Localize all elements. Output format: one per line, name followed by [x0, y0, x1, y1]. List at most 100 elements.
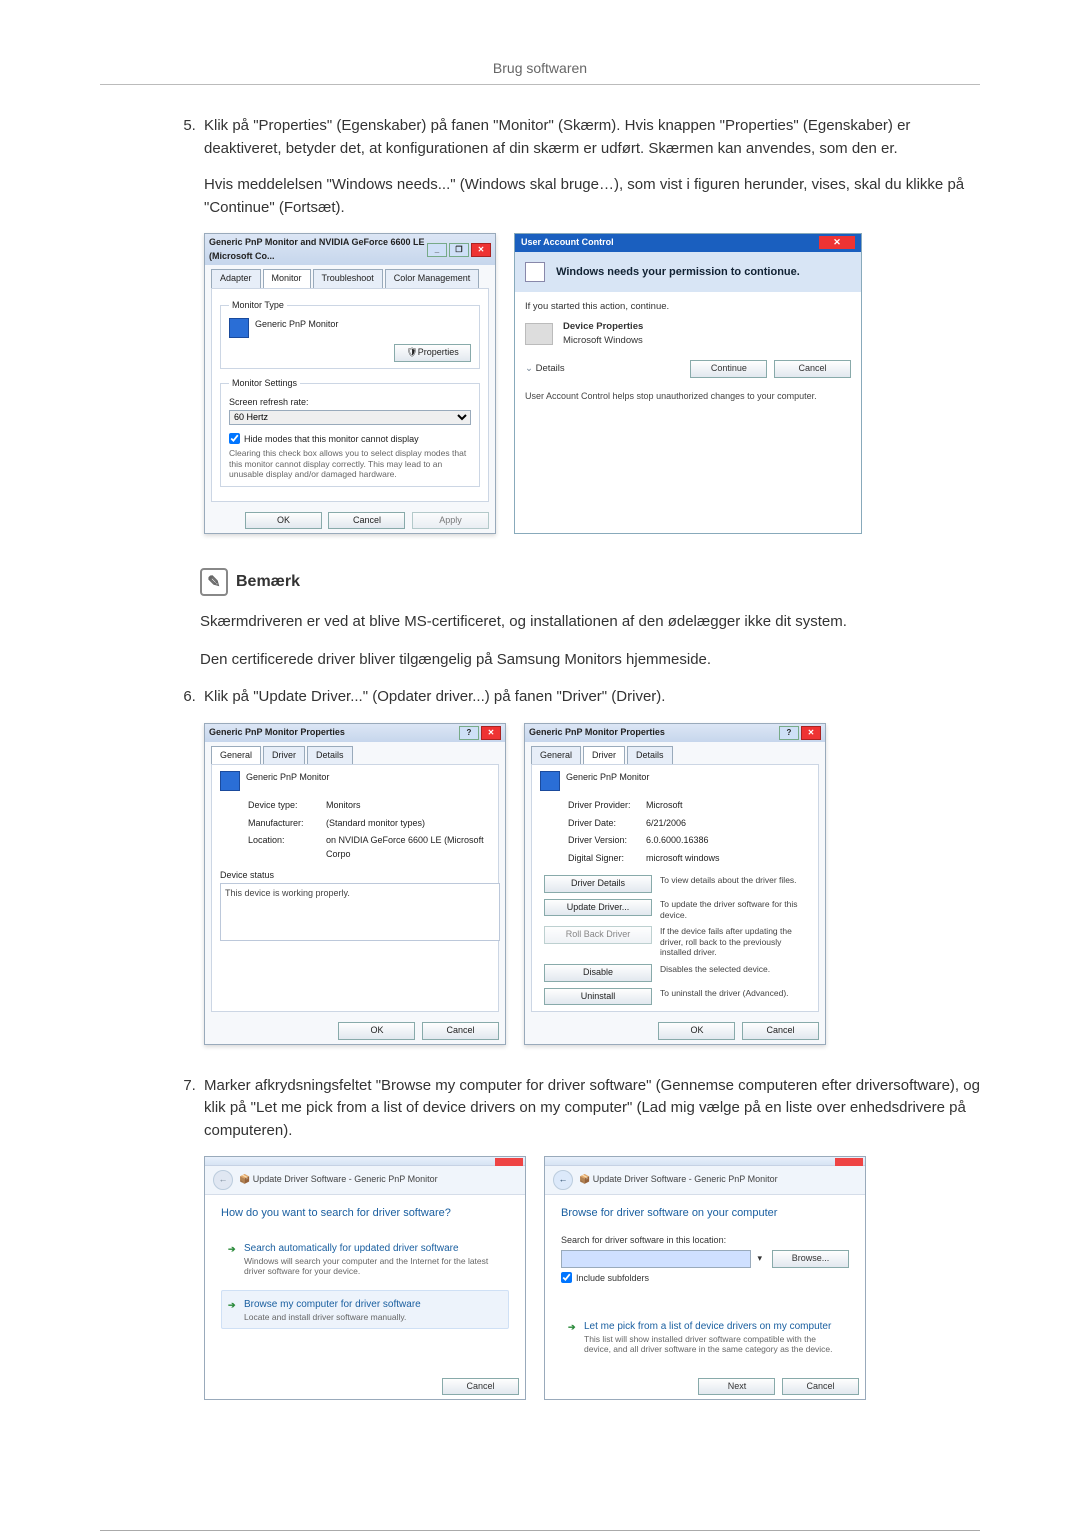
rollback-driver-button[interactable]: Roll Back Driver [544, 926, 652, 944]
uac-title: User Account Control [521, 236, 614, 250]
date-value: 6/21/2006 [646, 817, 810, 831]
uac-program-name: Device Properties [563, 320, 643, 334]
cancel-button[interactable]: Cancel [742, 1022, 819, 1040]
date-label: Driver Date: [568, 817, 646, 831]
arrow-icon: ➔ [228, 1299, 236, 1313]
continue-button[interactable]: Continue [690, 360, 767, 378]
tab-driver[interactable]: Driver [583, 746, 625, 765]
monitor-properties-dialog: Generic PnP Monitor and NVIDIA GeForce 6… [204, 233, 496, 534]
arrow-icon: ➔ [568, 1321, 576, 1335]
option-desc: This list will show installed driver sof… [584, 1334, 840, 1355]
note-icon: ✎ [200, 568, 228, 596]
hide-modes-checkbox[interactable] [229, 433, 240, 444]
step-6: Klik på "Update Driver..." (Opdater driv… [200, 686, 980, 1044]
wizard-heading: How do you want to search for driver sof… [221, 1205, 509, 1222]
prov-label: Driver Provider: [568, 799, 646, 813]
option-title: Browse my computer for driver software [244, 1297, 500, 1312]
tab-general[interactable]: General [531, 746, 581, 765]
tab-color-mgmt[interactable]: Color Management [385, 269, 480, 288]
breadcrumb: 📦 Update Driver Software - Generic PnP M… [239, 1173, 438, 1187]
minimize-icon[interactable]: _ [427, 243, 447, 257]
tab-troubleshoot[interactable]: Troubleshoot [313, 269, 383, 288]
tab-general[interactable]: General [211, 746, 261, 765]
uac-dialog: User Account Control ✕ Windows needs you… [514, 233, 862, 534]
next-button[interactable]: Next [698, 1378, 775, 1396]
apply-button[interactable]: Apply [412, 512, 489, 530]
maximize-icon[interactable]: ❐ [449, 243, 469, 257]
mfr-label: Manufacturer: [248, 817, 326, 831]
mfr-value: (Standard monitor types) [326, 817, 490, 831]
monitor-icon [540, 771, 560, 791]
monitor-type-legend: Monitor Type [229, 299, 287, 313]
close-icon[interactable]: ✕ [819, 236, 855, 249]
disable-desc: Disables the selected device. [660, 964, 810, 975]
monitor-name: Generic PnP Monitor [255, 318, 338, 332]
wizard-heading: Browse for driver software on your compu… [561, 1205, 849, 1222]
cancel-button[interactable]: Cancel [328, 512, 405, 530]
step-5: Klik på "Properties" (Egenskaber) på fan… [200, 115, 980, 534]
loc-value: on NVIDIA GeForce 6600 LE (Microsoft Cor… [326, 834, 490, 861]
details-toggle[interactable]: Details [536, 363, 565, 374]
search-location-label: Search for driver software in this locat… [561, 1234, 849, 1248]
tab-driver[interactable]: Driver [263, 746, 305, 765]
ok-button[interactable]: OK [245, 512, 322, 530]
devstatus-label: Device status [220, 869, 490, 883]
uac-heading: Windows needs your permission to contion… [556, 265, 800, 277]
refresh-rate-select[interactable]: 60 Hertz [229, 410, 471, 425]
update-driver-wizard-browse: ← 📦 Update Driver Software - Generic PnP… [544, 1156, 866, 1400]
uac-if-started: If you started this action, continue. [525, 300, 851, 314]
browse-button[interactable]: Browse... [772, 1250, 849, 1268]
ver-label: Driver Version: [568, 834, 646, 848]
driver-details-button[interactable]: Driver Details [544, 875, 652, 893]
sign-label: Digital Signer: [568, 852, 646, 866]
prov-value: Microsoft [646, 799, 810, 813]
cancel-button[interactable]: Cancel [422, 1022, 499, 1040]
back-icon[interactable]: ← [213, 1170, 233, 1190]
tab-adapter[interactable]: Adapter [211, 269, 261, 288]
include-subfolders-label: Include subfolders [576, 1272, 649, 1286]
close-icon[interactable]: ✕ [471, 243, 491, 257]
arrow-icon: ➔ [228, 1243, 236, 1257]
uac-footer: User Account Control helps stop unauthor… [515, 386, 861, 412]
uninstall-button[interactable]: Uninstall [544, 988, 652, 1006]
include-subfolders-checkbox[interactable] [561, 1272, 572, 1283]
tab-details[interactable]: Details [627, 746, 673, 765]
shield-icon [525, 262, 545, 282]
properties-button[interactable]: 🛡 Properties [394, 344, 471, 362]
option-title: Search automatically for updated driver … [244, 1241, 500, 1256]
update-driver-button[interactable]: Update Driver... [544, 899, 652, 917]
disable-button[interactable]: Disable [544, 964, 652, 982]
close-icon[interactable]: ✕ [481, 726, 501, 740]
cancel-button[interactable]: Cancel [782, 1378, 859, 1396]
note-p2: Den certificerede driver bliver tilgænge… [200, 649, 980, 672]
option-desc: Windows will search your computer and th… [244, 1256, 500, 1277]
dialog-title: Generic PnP Monitor Properties [529, 726, 665, 740]
dialog-title: Generic PnP Monitor Properties [209, 726, 345, 740]
device-properties-driver: Generic PnP Monitor Properties ? ✕ Gener… [524, 723, 826, 1045]
ok-button[interactable]: OK [658, 1022, 735, 1040]
help-icon[interactable]: ? [779, 726, 799, 740]
devtype-label: Device type: [248, 799, 326, 813]
option-pick-from-list[interactable]: ➔ Let me pick from a list of device driv… [561, 1312, 849, 1362]
dialog-title: Generic PnP Monitor and NVIDIA GeForce 6… [209, 236, 427, 263]
cancel-button[interactable]: Cancel [774, 360, 851, 378]
ok-button[interactable]: OK [338, 1022, 415, 1040]
chevron-down-icon[interactable]: ⌄ [525, 363, 533, 374]
close-icon[interactable]: ✕ [801, 726, 821, 740]
option-browse-computer[interactable]: ➔ Browse my computer for driver software… [221, 1290, 509, 1330]
search-location-input[interactable] [561, 1250, 751, 1268]
rollback-driver-desc: If the device fails after updating the d… [660, 926, 810, 958]
cancel-button[interactable]: Cancel [442, 1378, 519, 1396]
monitor-icon [220, 771, 240, 791]
program-icon [525, 323, 553, 345]
option-search-auto[interactable]: ➔ Search automatically for updated drive… [221, 1234, 509, 1284]
tab-details[interactable]: Details [307, 746, 353, 765]
tab-monitor[interactable]: Monitor [263, 269, 311, 288]
uac-publisher: Microsoft Windows [563, 334, 643, 348]
dropdown-icon[interactable]: ▾ [757, 1252, 762, 1266]
breadcrumb: 📦 Update Driver Software - Generic PnP M… [579, 1173, 778, 1187]
monitor-name: Generic PnP Monitor [566, 771, 649, 785]
back-icon[interactable]: ← [553, 1170, 573, 1190]
uninstall-desc: To uninstall the driver (Advanced). [660, 988, 810, 999]
help-icon[interactable]: ? [459, 726, 479, 740]
